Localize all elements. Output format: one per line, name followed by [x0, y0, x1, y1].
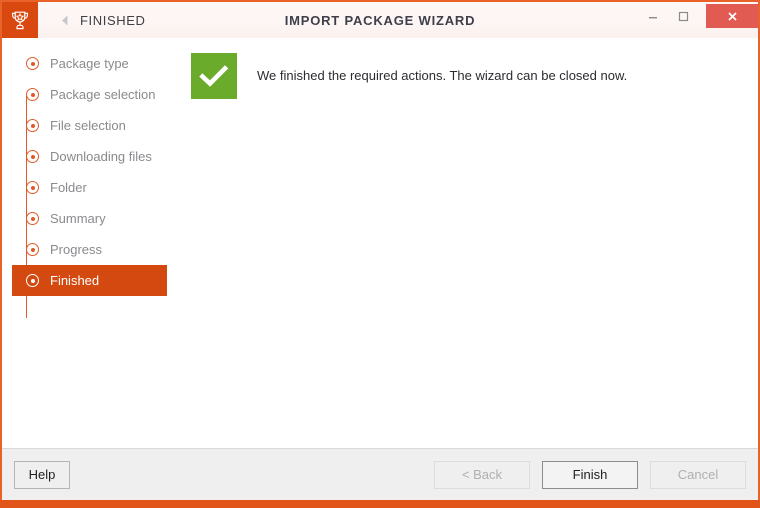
sidebar-step-progress[interactable]: Progress	[12, 234, 167, 265]
sidebar-step-label: Folder	[50, 180, 87, 195]
sidebar-step-label: File selection	[50, 118, 126, 133]
sidebar-step-package-selection[interactable]: Package selection	[12, 79, 167, 110]
wizard-window: FINISHED IMPORT PACKAGE WIZARD Package t…	[0, 0, 760, 500]
result-message: We finished the required actions. The wi…	[257, 67, 628, 83]
minimize-icon[interactable]	[638, 2, 668, 30]
sidebar-step-folder[interactable]: Folder	[12, 172, 167, 203]
step-marker-icon	[26, 212, 39, 225]
sidebar-step-package-type[interactable]: Package type	[12, 48, 167, 79]
sidebar-step-label: Package type	[50, 56, 129, 71]
accent-bottom-bar	[0, 500, 760, 508]
title-bar: FINISHED IMPORT PACKAGE WIZARD	[2, 2, 758, 38]
sidebar-step-label: Downloading files	[50, 149, 152, 164]
cancel-button[interactable]: Cancel	[650, 460, 746, 489]
step-marker-icon	[26, 88, 39, 101]
wizard-body: Package type Package selection File sele…	[2, 38, 758, 448]
sidebar-step-file-selection[interactable]: File selection	[12, 110, 167, 141]
window-controls	[638, 2, 758, 30]
finish-button[interactable]: Finish	[542, 460, 638, 489]
step-marker-icon	[26, 181, 39, 194]
sidebar-step-label: Finished	[50, 273, 100, 288]
current-step-name: FINISHED	[80, 12, 146, 28]
sidebar-step-finished[interactable]: Finished	[12, 265, 167, 296]
trophy-icon	[2, 2, 38, 38]
step-marker-icon	[26, 150, 39, 163]
checkmark-icon	[191, 53, 237, 99]
maximize-icon[interactable]	[668, 2, 698, 30]
step-marker-icon	[26, 57, 39, 70]
step-marker-icon	[26, 119, 39, 132]
result-row: We finished the required actions. The wi…	[191, 53, 742, 99]
close-icon[interactable]	[706, 4, 758, 28]
navigation-buttons: < Back Finish Cancel	[434, 460, 746, 489]
step-marker-icon	[26, 243, 39, 256]
sidebar-step-downloading-files[interactable]: Downloading files	[12, 141, 167, 172]
step-marker-icon	[26, 274, 39, 287]
sidebar-step-label: Summary	[50, 211, 106, 226]
content-panel: We finished the required actions. The wi…	[177, 38, 758, 448]
sidebar-step-summary[interactable]: Summary	[12, 203, 167, 234]
sidebar-step-label: Progress	[50, 242, 103, 257]
sidebar-step-label: Package selection	[50, 87, 156, 102]
back-arrow-icon[interactable]	[52, 2, 78, 38]
footer-bar: Help < Back Finish Cancel	[2, 448, 758, 500]
step-sidebar: Package type Package selection File sele…	[2, 38, 177, 448]
back-button[interactable]: < Back	[434, 460, 530, 489]
help-button[interactable]: Help	[14, 460, 70, 489]
